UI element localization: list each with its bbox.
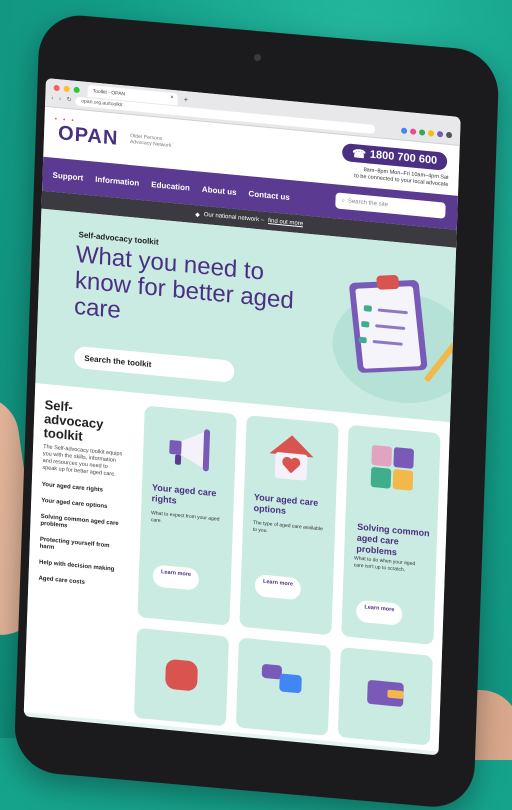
sidebar-link-costs[interactable]: Aged care costs [38, 576, 118, 591]
australia-map-icon: ◆ [195, 211, 200, 219]
window-controls [53, 84, 80, 94]
nav-item-about[interactable]: About us [202, 184, 237, 196]
check-icon [358, 336, 367, 344]
card-decisions[interactable] [235, 637, 331, 736]
card-problems[interactable]: Solving common aged care problems What t… [341, 424, 441, 645]
card-options[interactable]: Your aged care options The type of aged … [239, 415, 339, 636]
learn-more-button[interactable]: Learn more [254, 574, 302, 601]
opan-logo[interactable]: OPAN [58, 122, 119, 151]
sidebar-link-options[interactable]: Your aged care options [41, 498, 121, 513]
card-description: What to expect from your aged care. [150, 510, 220, 524]
nav-item-education[interactable]: Education [151, 179, 190, 192]
clipboard-clip [376, 274, 400, 290]
learn-more-button[interactable]: Learn more [152, 564, 200, 591]
extension-icons [401, 127, 453, 139]
nav-item-information[interactable]: Information [95, 174, 139, 187]
question-bubble-icon [261, 664, 302, 694]
sidebar-title: Self-advocacy toolkit [43, 397, 104, 444]
toolkit-content: Self-advocacy toolkit The Self-advocacy … [23, 383, 451, 752]
learn-more-button[interactable]: Learn more [355, 599, 403, 626]
card-harm[interactable] [133, 627, 229, 727]
toolkit-sidebar: Self-advocacy toolkit The Self-advocacy … [28, 383, 136, 614]
browser-nav-buttons[interactable]: ‹ › ↻ [51, 95, 74, 104]
tab-close-icon[interactable]: × [170, 95, 174, 101]
toolkit-search-input[interactable]: Search the toolkit [73, 345, 235, 383]
tab-title: Toolkit - OPAN [92, 88, 126, 98]
tablet-screen: Toolkit - OPAN × + ‹ › ↻ opan.org.au/too… [23, 78, 461, 756]
hand-icon [165, 659, 198, 691]
logo-subtitle: Older Persons Advocacy Network [129, 132, 172, 149]
profile-icon[interactable] [445, 131, 453, 139]
megaphone-icon [169, 429, 211, 472]
sidebar-description: The Self-advocacy toolkit equips you wit… [42, 443, 123, 478]
house-heart-icon [269, 435, 314, 481]
card-title: Solving common aged care problems [356, 521, 430, 558]
minimize-window-icon[interactable] [63, 85, 70, 93]
card-rights[interactable]: Your aged care rights What to expect fro… [137, 405, 237, 626]
sidebar-link-harm[interactable]: Protecting yourself from harm [39, 537, 119, 559]
nav-item-support[interactable]: Support [52, 170, 83, 182]
check-icon [363, 305, 372, 312]
extension-icon[interactable] [427, 130, 435, 137]
check-icon [361, 320, 370, 328]
close-window-icon[interactable] [53, 84, 60, 92]
puzzle-icon [370, 445, 414, 491]
extension-icon[interactable] [401, 127, 408, 135]
card-title: Your aged care options [253, 491, 319, 516]
maximize-window-icon[interactable] [73, 86, 80, 94]
camera-dot [254, 54, 261, 61]
network-text: Our national network – [203, 211, 265, 224]
phone-icon: ☎ [351, 147, 367, 161]
hero-title: What you need to know for better aged ca… [73, 240, 295, 325]
tablet: Toolkit - OPAN × + ‹ › ↻ opan.org.au/too… [0, 0, 512, 810]
find-out-more-link[interactable]: find out more [268, 218, 303, 227]
wallet-icon [367, 680, 404, 707]
sidebar-link-problems[interactable]: Solving common aged care problems [40, 514, 120, 536]
site-search-placeholder: Search the site [347, 198, 388, 209]
card-costs[interactable] [337, 647, 433, 746]
nav-item-contact[interactable]: Contact us [248, 189, 290, 202]
extension-icon[interactable] [419, 129, 426, 136]
search-icon: ⌕ [341, 197, 345, 204]
extension-icon[interactable] [410, 128, 417, 135]
card-title: Your aged care rights [151, 482, 217, 506]
phone-number: 1800 700 600 [369, 148, 438, 167]
sidebar-link-decisions[interactable]: Help with decision making [39, 560, 119, 575]
new-tab-button[interactable]: + [183, 95, 188, 104]
card-description: The type of aged care available to you. [252, 519, 323, 534]
site-search-input[interactable]: ⌕ Search the site [335, 192, 446, 219]
extension-icon[interactable] [436, 130, 444, 138]
sidebar-link-rights[interactable]: Your aged care rights [42, 482, 122, 497]
